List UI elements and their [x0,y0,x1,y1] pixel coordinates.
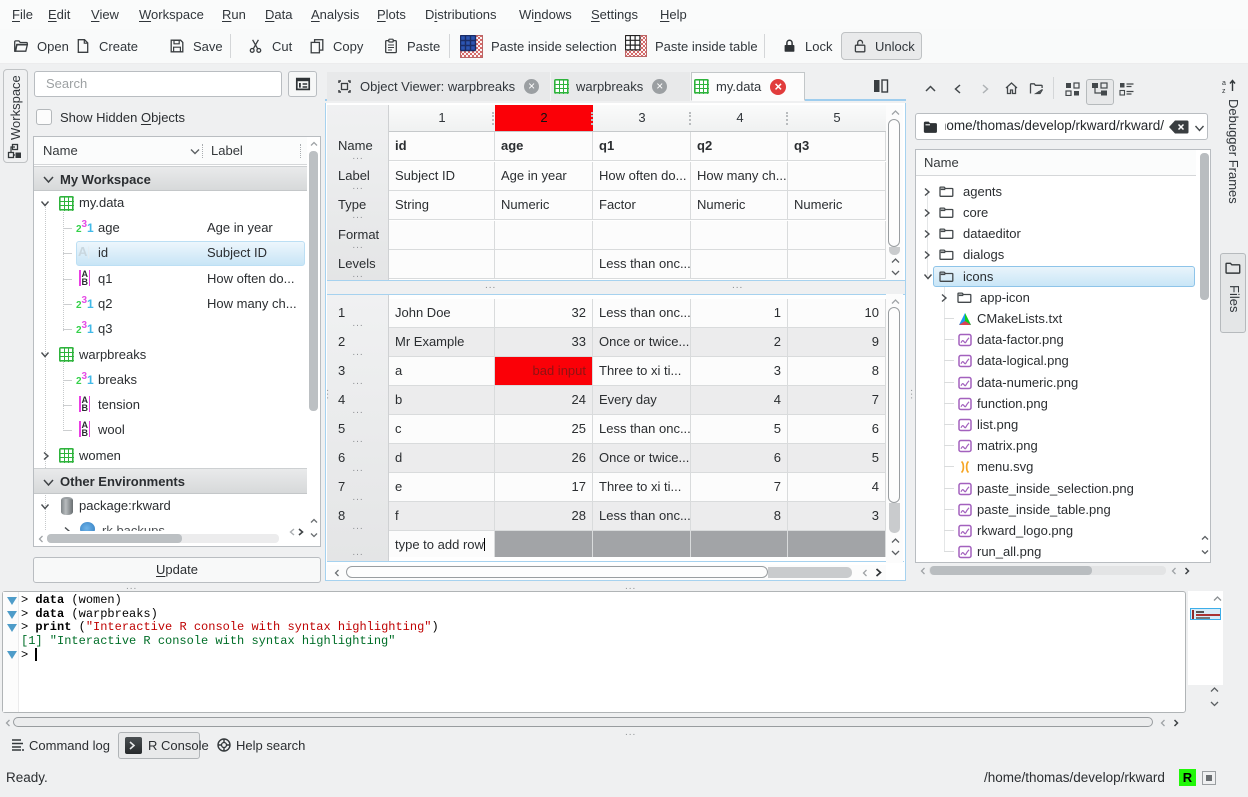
svg-text:a: a [1222,80,1226,87]
svg-text:z: z [1222,88,1226,95]
